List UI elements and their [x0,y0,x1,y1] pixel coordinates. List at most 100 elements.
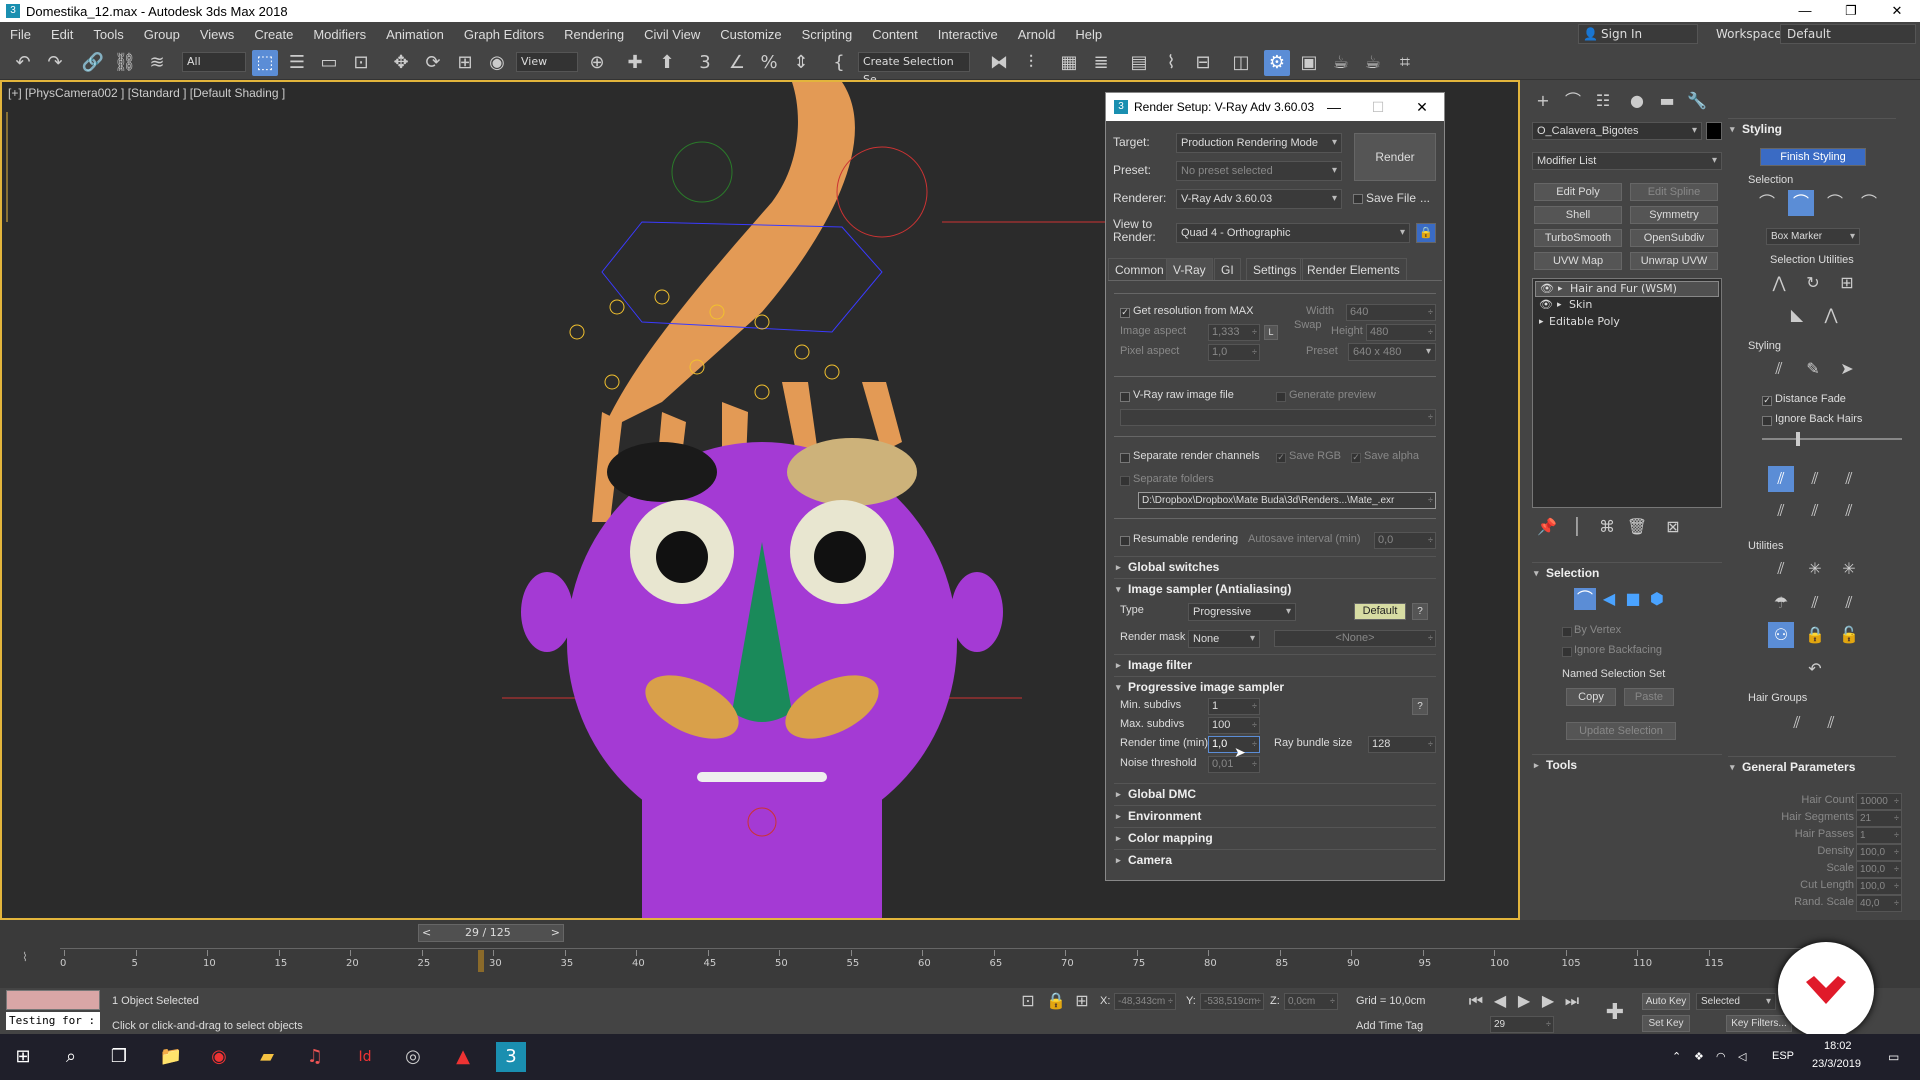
channels-path-field[interactable]: D:\Dropbox\Dropbox\Mate Buda\3d\Renders.… [1138,492,1436,509]
window-crossing-icon[interactable]: ⊡ [348,50,374,76]
vray-icon[interactable]: ◎ [396,1040,430,1074]
select-object-icon[interactable]: ⬚ [252,50,278,76]
save-rgb-checkbox[interactable]: ✓ [1276,453,1286,463]
workspace-dropdown[interactable]: Default [1780,24,1916,44]
spinner-snap-icon[interactable]: ⇕ [788,50,814,76]
maximize-button[interactable]: ❐ [1828,0,1874,22]
min-subdivs-spinner[interactable]: 1 [1208,698,1260,715]
stand-hair-icon[interactable]: ⫽ [1802,466,1828,492]
expand-arrow-icon[interactable]: ▸ [1557,298,1562,312]
ray-bundle-spinner[interactable]: 128 [1368,736,1436,753]
paste-button[interactable]: Paste [1624,688,1674,706]
tray-chevron-icon[interactable]: ⌃ [1672,1050,1681,1063]
pixel-aspect-spinner[interactable]: 1,0 [1208,344,1260,361]
separate-channels-checkbox[interactable] [1120,453,1130,463]
ribbon-icon[interactable]: ▤ [1126,50,1152,76]
hair-select-tips-icon[interactable]: ⌒ [1754,190,1780,216]
camera-rollout[interactable]: ▸ Camera [1114,849,1436,869]
visibility-eye-icon[interactable]: 👁 [1540,282,1554,296]
image-filter-rollout[interactable]: ▸ Image filter [1114,654,1436,674]
unlock-icon[interactable]: 🔓 [1836,622,1862,648]
render-setup-icon[interactable]: ⚙ [1264,50,1290,76]
turbosmooth-button[interactable]: TurboSmooth [1534,229,1622,247]
hair-select-verts-icon[interactable]: ⌒ [1822,190,1848,216]
render-in-cloud-icon[interactable]: ⌗ [1392,50,1418,76]
swap-button[interactable]: Swap [1294,319,1322,331]
align-icon[interactable]: ⫶ [1018,50,1044,76]
auto-key-button[interactable]: Auto Key [1642,993,1690,1010]
general-parameters-rollout[interactable]: ▾ General Parameters [1728,756,1896,776]
percent-snap-icon[interactable]: % [756,50,782,76]
dropbox-icon[interactable]: ❖ [1694,1050,1704,1063]
next-frame-icon[interactable]: ▶ [1538,988,1558,1014]
visibility-eye-icon[interactable]: 👁 [1539,298,1553,312]
raw-image-checkbox[interactable] [1120,392,1130,402]
hair-select-whole-icon[interactable]: ⌒ [1788,190,1814,216]
curve-editor-icon[interactable]: ⌇ [1158,50,1184,76]
merge-groups-icon[interactable]: ⫽ [1818,710,1844,736]
menu-arnold[interactable]: Arnold [1008,27,1066,42]
lock-view-icon[interactable]: 🔒 [1416,223,1436,243]
pop-selected-icon[interactable]: ✳ [1802,556,1828,582]
height-spinner[interactable]: 480 [1366,324,1436,341]
menu-tools[interactable]: Tools [83,27,133,42]
recomb-icon[interactable]: ☂ [1768,590,1794,616]
maxscript-listener[interactable] [6,990,100,1010]
stack-item[interactable]: 👁 ▸ Hair and Fur (WSM) [1535,281,1719,297]
invert-selection-icon[interactable]: ⋀ [1766,270,1792,296]
separate-folders-checkbox[interactable] [1120,476,1130,486]
render-mask-object-field[interactable]: <None> [1274,630,1436,647]
symmetry-button[interactable]: Symmetry [1630,206,1718,224]
preset-dropdown[interactable]: No preset selected [1176,161,1342,181]
menu-create[interactable]: Create [244,27,303,42]
save-file-checkbox[interactable] [1353,194,1363,204]
tab-render-elements[interactable]: Render Elements [1300,258,1407,280]
global-switches-rollout[interactable]: ▸ Global switches [1114,556,1436,576]
lock-icon[interactable]: 🔒 [1802,622,1828,648]
dialog-close-button[interactable]: ✕ [1400,93,1444,121]
hair-cut-icon[interactable]: ✎ [1800,356,1826,382]
y-coord-field[interactable]: -538,519cm [1200,993,1264,1010]
edit-spline-button[interactable]: Edit Spline [1630,183,1718,201]
play-icon[interactable]: ▶ [1514,988,1534,1014]
render-mask-dropdown[interactable]: None [1188,630,1260,648]
stack-item[interactable]: ▸ Editable Poly [1535,315,1719,331]
select-by-name-icon[interactable]: ☰ [284,50,310,76]
reference-coord-dropdown[interactable]: View [516,52,578,72]
image-aspect-spinner[interactable]: 1,333 [1208,324,1260,341]
key-mode-dropdown[interactable]: Selected [1696,993,1776,1010]
attenuate-icon[interactable]: ⫽ [1768,556,1794,582]
layer-explorer-icon[interactable]: ≣ [1088,50,1114,76]
tools-rollout[interactable]: ▸ Tools [1532,754,1722,774]
z-coord-field[interactable]: 0,0cm [1284,993,1338,1010]
width-spinner[interactable]: 640 [1346,304,1436,321]
isolate-selection-icon[interactable]: ⊡ [1018,988,1038,1014]
menu-help[interactable]: Help [1065,27,1112,42]
target-dropdown[interactable]: Production Rendering Mode [1176,133,1342,153]
undo-hair-icon[interactable]: ↶ [1802,656,1828,682]
volume-icon[interactable]: ◁ [1738,1050,1746,1063]
expand-arrow-icon[interactable]: ▸ [1539,315,1544,329]
show-hidden-icon[interactable]: ⋀ [1818,302,1844,328]
element-selection-icon[interactable]: ⬢ [1646,588,1668,610]
sticky-notes-icon[interactable]: ▰ [250,1040,284,1074]
itunes-icon[interactable]: ♫ [298,1040,332,1074]
unwrap-uvw-button[interactable]: Unwrap UVW [1630,252,1718,270]
menu-graph-editors[interactable]: Graph Editors [454,27,554,42]
sampler-type-dropdown[interactable]: Progressive [1188,603,1296,621]
box-marker-dropdown[interactable]: Box Marker [1766,228,1860,245]
progressive-sampler-rollout[interactable]: ▾ Progressive image sampler [1114,676,1436,696]
edit-named-sets-icon[interactable]: { [826,50,852,76]
language-indicator[interactable]: ESP [1772,1050,1794,1062]
hide-selected-icon[interactable]: ◣ [1784,302,1810,328]
brush-size-handle[interactable] [1796,432,1800,446]
menu-content[interactable]: Content [862,27,928,42]
raw-image-path-field[interactable] [1120,409,1436,426]
named-selection-dropdown[interactable]: Create Selection Se [858,52,970,86]
motion-tab-icon[interactable]: ● [1624,88,1650,114]
stack-item[interactable]: 👁 ▸ Skin [1535,298,1719,314]
maxscript-output[interactable]: Testing for : [6,1012,100,1030]
resumable-checkbox[interactable] [1120,536,1130,546]
keyboard-shortcut-icon[interactable]: ⬆ [654,50,680,76]
selection-rollout[interactable]: ▾ Selection [1532,562,1722,582]
